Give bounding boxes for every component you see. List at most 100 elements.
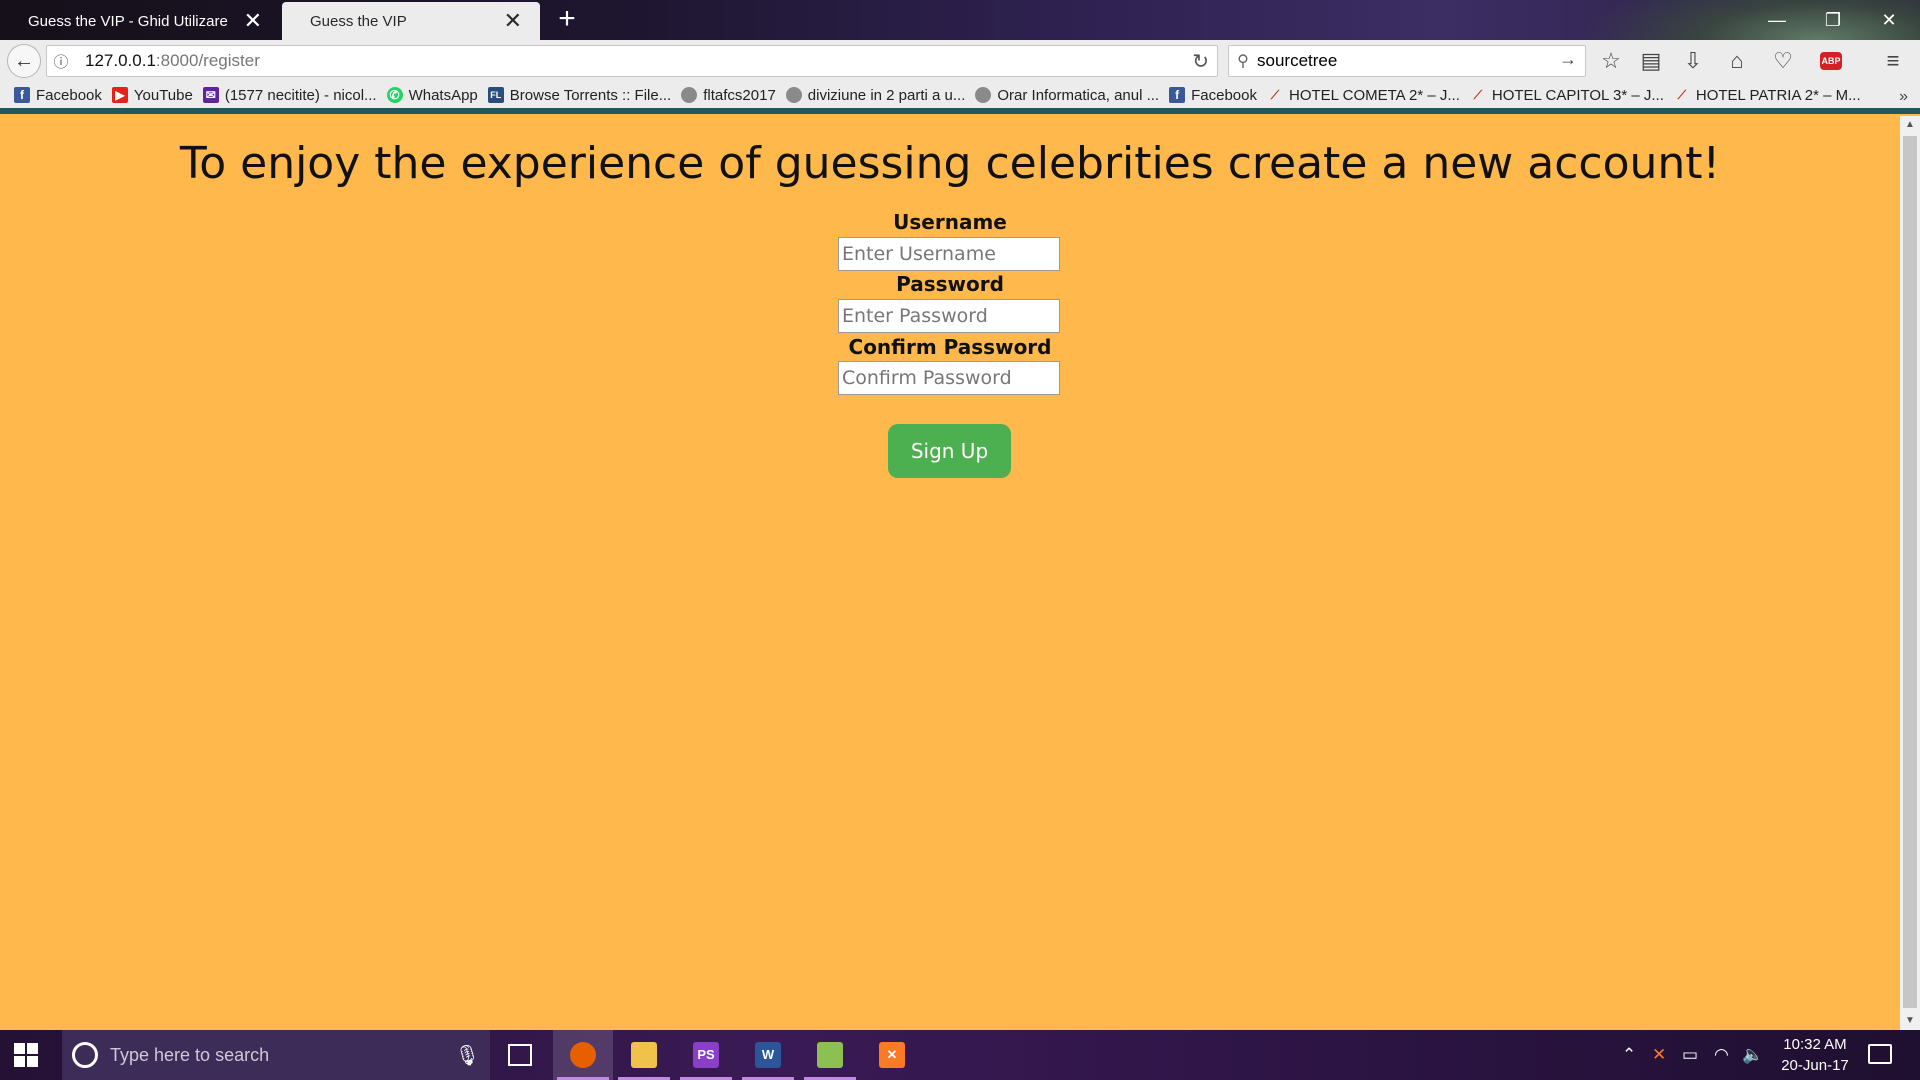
wifi-icon[interactable]: ◠ (1714, 1045, 1729, 1065)
windows-start-icon[interactable] (14, 1043, 38, 1067)
action-center-icon[interactable] (1868, 1044, 1892, 1064)
taskbar-phpstorm[interactable]: PS (676, 1030, 736, 1080)
bookmark-item[interactable]: Orar Informatica, anul ... (975, 87, 1159, 104)
bookmark-item[interactable]: ⟋ HOTEL COMETA 2* – J... (1267, 87, 1460, 104)
tab-title: Guess the VIP (310, 12, 407, 30)
taskbar-word[interactable]: W (738, 1030, 798, 1080)
taskbar-file-explorer[interactable] (614, 1030, 674, 1080)
bookmark-item[interactable]: diviziune in 2 parti a u... (785, 86, 966, 104)
bookmark-label: Orar Informatica, anul ... (997, 86, 1160, 104)
globe-icon (785, 87, 802, 103)
filelist-icon: FL (487, 87, 504, 103)
site-info-icon[interactable]: ⓘ (47, 51, 75, 72)
bookmark-item[interactable]: ▶ YouTube (111, 87, 193, 104)
window-close-icon[interactable]: ✕ (1866, 6, 1912, 34)
page-content: To enjoy the experience of guessing cele… (0, 120, 1900, 1030)
system-clock[interactable]: 10:32 AM 20-Jun-17 (1770, 1034, 1860, 1076)
confirm-password-label: Confirm Password (848, 335, 1052, 359)
taskbar-xampp[interactable]: ✕ (862, 1030, 922, 1080)
bookmark-label: fltafcs2017 (703, 86, 776, 104)
task-view-icon[interactable] (508, 1044, 532, 1066)
bookmark-item[interactable]: FL Browse Torrents :: File... (487, 86, 672, 104)
bookmarks-overflow-icon[interactable]: » (1899, 88, 1908, 106)
close-icon[interactable]: ✕ (244, 10, 262, 32)
hotel-icon: ⟋ (1473, 88, 1483, 102)
bookmark-item[interactable]: ✆ WhatsApp (386, 87, 478, 104)
scroll-down-arrow-icon[interactable]: ▼ (1900, 1012, 1920, 1030)
word-icon: W (755, 1042, 781, 1068)
tab-title: Guess the VIP - Ghid Utilizare (28, 12, 228, 30)
close-icon[interactable]: ✕ (504, 10, 522, 32)
url-bar[interactable]: ⓘ 127.0.0.1:8000/register ↻ (46, 45, 1218, 77)
youtube-icon: ▶ (111, 87, 128, 103)
bookmark-star-icon[interactable]: ☆ (1594, 46, 1628, 76)
bookmark-item[interactable]: ⟋ HOTEL CAPITOL 3* – J... (1470, 87, 1664, 104)
facebook-icon: f (1169, 87, 1186, 103)
browser-titlebar: Guess the VIP - Ghid Utilizare ✕ Guess t… (0, 0, 1920, 115)
search-icon: ⚲ (1237, 53, 1249, 70)
battery-icon[interactable]: ▭ (1682, 1045, 1698, 1065)
search-go-arrow-icon[interactable]: → (1559, 49, 1577, 70)
reload-icon[interactable]: ↻ (1192, 49, 1209, 74)
globe-icon (975, 87, 992, 103)
back-arrow-icon[interactable]: ← (7, 44, 41, 78)
tab-guess-the-vip[interactable]: Guess the VIP ✕ (282, 2, 540, 40)
tab-guide[interactable]: Guess the VIP - Ghid Utilizare ✕ (0, 2, 280, 40)
url-path: :8000/register (155, 51, 260, 70)
confirm-password-field[interactable]: Confirm Password (838, 361, 1060, 395)
hotel-icon: ⟋ (1270, 88, 1280, 102)
username-label: Username (893, 210, 1007, 234)
taskbar-firefox[interactable] (553, 1030, 613, 1080)
pocket-icon[interactable]: ♡ (1766, 46, 1800, 76)
bookmark-label: Facebook (1191, 86, 1257, 104)
xampp-tray-icon[interactable]: ✕ (1652, 1045, 1666, 1065)
bookmark-item[interactable]: f Facebook (1169, 87, 1257, 104)
bookmark-label: Browse Torrents :: File... (509, 86, 672, 104)
password-field[interactable]: Enter Password (838, 299, 1060, 333)
globe-icon (681, 87, 698, 103)
new-tab-icon[interactable]: + (552, 4, 582, 34)
bookmark-item[interactable]: ✉ (1577 necitite) - nicol... (202, 86, 377, 104)
scroll-up-arrow-icon[interactable]: ▲ (1900, 116, 1920, 134)
username-field[interactable]: Enter Username (838, 237, 1060, 271)
adblock-plus-icon[interactable]: ABP (1820, 52, 1842, 70)
bookmark-label: (1577 necitite) - nicol... (224, 86, 377, 104)
page-title: To enjoy the experience of guessing cele… (179, 138, 1721, 189)
sign-up-button[interactable]: Sign Up (888, 424, 1011, 478)
bookmark-label: HOTEL CAPITOL 3* – J... (1491, 86, 1664, 104)
bookmark-label: HOTEL PATRIA 2* – M... (1695, 86, 1861, 104)
taskbar-search-placeholder: Type here to search (110, 1044, 270, 1065)
home-icon[interactable]: ⌂ (1720, 46, 1754, 76)
bookmark-item[interactable]: ⟋ HOTEL PATRIA 2* – M... (1674, 87, 1861, 104)
scrollbar-thumb[interactable] (1903, 136, 1917, 1008)
bookmark-item[interactable]: f Facebook (14, 87, 102, 104)
bookmark-item[interactable]: fltafcs2017 (681, 87, 776, 104)
restore-icon[interactable]: ❐ (1810, 6, 1856, 34)
menu-hamburger-icon[interactable]: ≡ (1876, 46, 1910, 76)
minimize-icon[interactable]: — (1754, 6, 1800, 34)
navigation-toolbar: ← ⓘ 127.0.0.1:8000/register ↻ ⚲ sourcetr… (0, 40, 1920, 82)
volume-icon[interactable]: 🔈 (1742, 1045, 1763, 1065)
taskbar-search-box[interactable]: Type here to search 🎙 (62, 1030, 490, 1080)
windows-taskbar: Type here to search 🎙 PS W ✕ ⌃ ✕ ▭ ◠ 🔈 1… (0, 1030, 1920, 1080)
taskbar-notepad-plus-plus[interactable] (800, 1030, 860, 1080)
bookmark-label: Facebook (36, 86, 102, 104)
vertical-scrollbar[interactable]: ▲ ▼ (1900, 116, 1920, 1030)
xampp-icon: ✕ (879, 1042, 905, 1068)
phpstorm-icon: PS (693, 1042, 719, 1068)
bookmark-label: diviziune in 2 parti a u... (807, 86, 966, 104)
clock-date: 20-Jun-17 (1781, 1057, 1849, 1074)
cortana-icon[interactable] (72, 1042, 98, 1068)
microphone-icon[interactable]: 🎙 (455, 1043, 480, 1068)
hotel-icon: ⟋ (1677, 88, 1687, 102)
facebook-icon: f (14, 87, 30, 103)
show-hidden-icons-chevron-icon[interactable]: ⌃ (1622, 1045, 1636, 1065)
reading-list-icon[interactable]: ▤ (1634, 46, 1668, 76)
search-input[interactable]: sourcetree (1257, 51, 1337, 71)
search-bar[interactable]: ⚲ sourcetree → (1228, 45, 1586, 77)
download-icon[interactable]: ⇩ (1676, 46, 1710, 76)
notepad-plus-plus-icon (817, 1042, 843, 1068)
firefox-icon (570, 1042, 596, 1068)
mail-icon: ✉ (202, 87, 219, 103)
url-host: 127.0.0.1 (85, 51, 156, 70)
